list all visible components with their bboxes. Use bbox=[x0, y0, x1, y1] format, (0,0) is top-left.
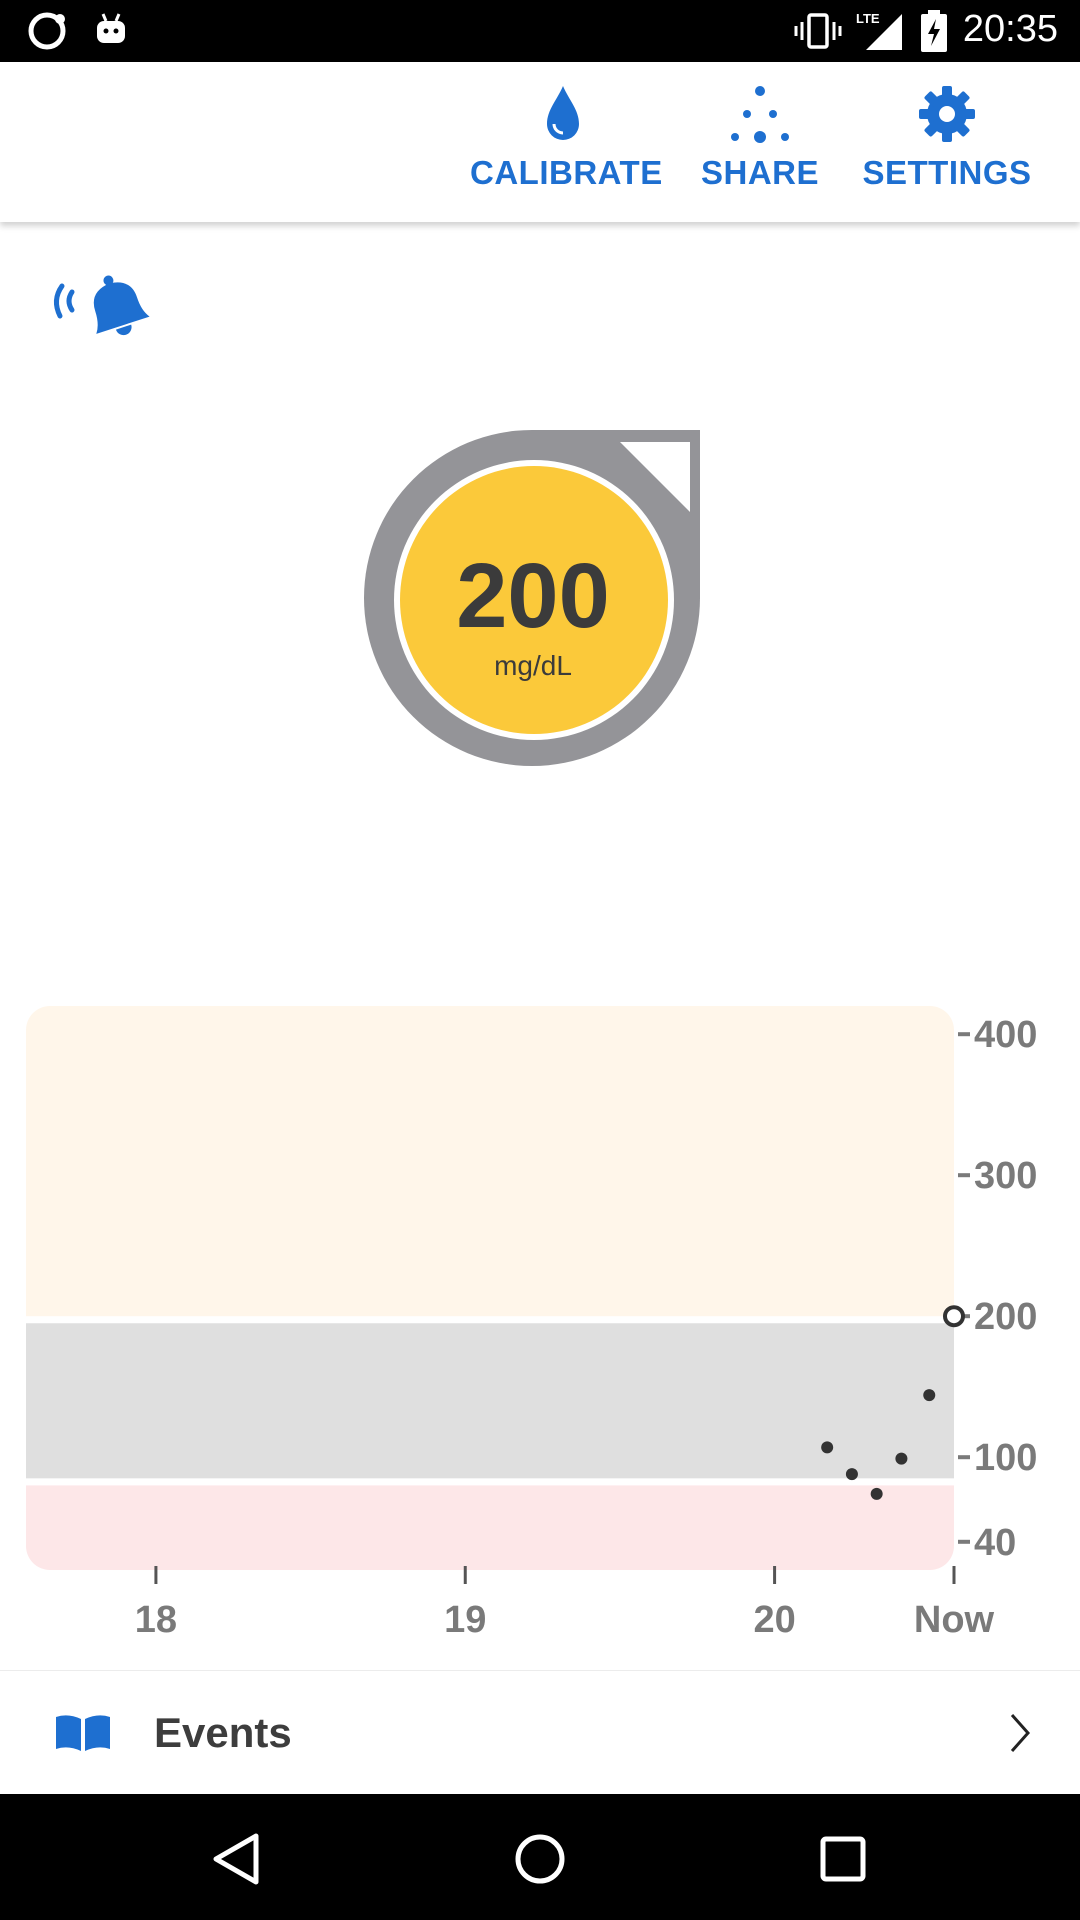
band-target bbox=[26, 1323, 954, 1479]
y-tick-label: 200 bbox=[974, 1296, 1037, 1338]
y-tick-label: 300 bbox=[974, 1155, 1037, 1197]
y-tick-label: 400 bbox=[974, 1014, 1037, 1056]
chevron-right-icon bbox=[1010, 1714, 1031, 1752]
glucose-unit: mg/dL bbox=[494, 650, 572, 681]
events-label: Events bbox=[154, 1709, 292, 1756]
data-point bbox=[845, 1468, 858, 1481]
data-point bbox=[870, 1487, 883, 1500]
status-bar: LTE 20:35 bbox=[0, 0, 1080, 62]
top-toolbar: CALIBRATE SHARE SETTINGS bbox=[0, 62, 1080, 222]
system-nav-bar bbox=[0, 1794, 1080, 1920]
share-dots-icon bbox=[731, 86, 789, 143]
y-tick-label: 40 bbox=[974, 1522, 1016, 1564]
glucose-value: 200 bbox=[456, 545, 610, 647]
data-point bbox=[895, 1452, 908, 1465]
battery-charging-icon bbox=[921, 10, 947, 52]
x-tick-label: 18 bbox=[135, 1599, 177, 1640]
x-tick-label: 19 bbox=[444, 1599, 486, 1640]
x-tick-label: Now bbox=[914, 1599, 995, 1640]
current-reading-marker bbox=[943, 1305, 965, 1328]
settings-label: SETTINGS bbox=[862, 154, 1032, 191]
settings-button[interactable]: SETTINGS bbox=[862, 82, 1032, 212]
y-tick-label: 100 bbox=[974, 1437, 1037, 1479]
glucose-chart[interactable]: 400 300 200 100 40 18 19 20 Now bbox=[0, 1000, 1080, 1640]
book-icon bbox=[56, 1715, 110, 1751]
bell-sound-icon bbox=[54, 275, 150, 336]
data-point bbox=[923, 1389, 936, 1402]
x-tick-label: 20 bbox=[753, 1599, 795, 1640]
svg-text:LTE: LTE bbox=[856, 11, 880, 26]
band-low bbox=[26, 1485, 954, 1570]
alert-bell[interactable] bbox=[48, 268, 163, 350]
lte-signal-icon: LTE bbox=[856, 11, 902, 50]
share-label: SHARE bbox=[700, 154, 820, 191]
android-icon bbox=[97, 13, 125, 43]
vibrate-icon bbox=[794, 13, 842, 49]
water-drop-icon bbox=[547, 86, 579, 140]
events-row[interactable]: Events bbox=[0, 1670, 1080, 1795]
glucose-reading: 200 mg/dL bbox=[398, 466, 668, 736]
status-time: 20:35 bbox=[962, 8, 1058, 50]
share-button[interactable]: SHARE bbox=[700, 82, 820, 212]
notification-ring-icon bbox=[28, 12, 66, 50]
home-icon[interactable] bbox=[505, 1824, 575, 1894]
calibrate-button[interactable]: CALIBRATE bbox=[470, 82, 663, 212]
chart-bands bbox=[26, 1006, 954, 1570]
recents-icon[interactable] bbox=[808, 1824, 878, 1894]
gear-icon bbox=[919, 86, 975, 142]
band-high bbox=[26, 1006, 954, 1317]
calibrate-label: CALIBRATE bbox=[470, 154, 663, 191]
data-point bbox=[821, 1441, 834, 1454]
back-icon[interactable] bbox=[202, 1824, 272, 1894]
